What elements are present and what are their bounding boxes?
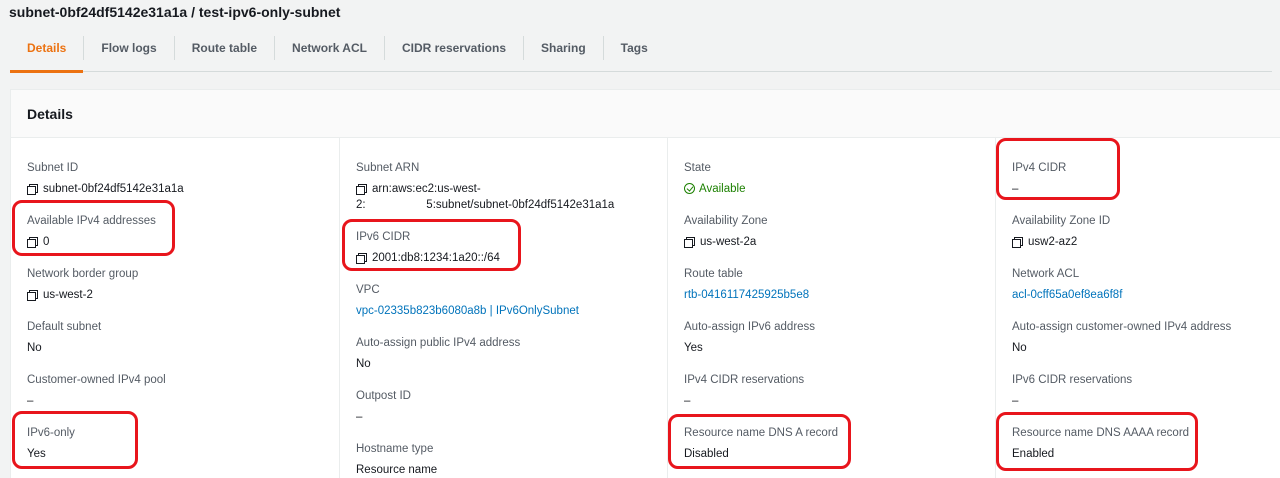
field-label: Available IPv4 addresses: [27, 215, 156, 227]
field-label: Outpost ID: [356, 390, 411, 402]
field-auto-assign-customer-ipv4: Auto-assign customer-owned IPv4 address …: [1012, 319, 1280, 356]
field-default-subnet: Default subnet No: [27, 319, 327, 356]
field-label: Customer-owned IPv4 pool: [27, 374, 166, 386]
field-availability-zone: Availability Zone us-west-2a: [684, 213, 984, 250]
ipv4-cidr-value: –: [1012, 183, 1019, 195]
outpost-id-value: –: [356, 411, 363, 423]
check-circle-icon: [684, 183, 695, 194]
field-ipv4-cidr: IPv4 CIDR –: [1012, 160, 1280, 197]
vpc-link[interactable]: vpc-02335b823b6080a8b | IPv6OnlySubnet: [356, 303, 656, 319]
tab-tags[interactable]: Tags: [604, 24, 665, 72]
az-value: us-west-2a: [700, 236, 757, 248]
field-label: IPv4 CIDR reservations: [684, 374, 805, 386]
az-id-value: usw2-az2: [1028, 236, 1078, 248]
hostname-type-value: Resource name: [356, 464, 438, 476]
field-ipv6-cidr: IPv6 CIDR 2001:db8:1234:1a20::/64: [356, 229, 656, 266]
ipv6-reservations-value: –: [1012, 395, 1019, 407]
details-panel: Details Subnet ID subnet-0bf24df5142e31a…: [10, 89, 1280, 478]
field-label: Subnet ID: [27, 162, 79, 174]
field-label: Resource name DNS AAAA record: [1012, 427, 1190, 439]
details-column-3: State Available Availability Zone us-wes…: [667, 138, 995, 478]
tab-flow-logs[interactable]: Flow logs: [84, 24, 173, 72]
tab-sharing[interactable]: Sharing: [524, 24, 603, 72]
default-subnet-value: No: [27, 342, 42, 354]
field-subnet-id: Subnet ID subnet-0bf24df5142e31a1a: [27, 160, 327, 197]
field-available-ipv4: Available IPv4 addresses 0: [27, 213, 327, 250]
auto-public-ipv4-value: No: [356, 358, 371, 370]
panel-title: Details: [11, 90, 1280, 138]
border-group-value: us-west-2: [43, 289, 93, 301]
state-value: Available: [699, 183, 746, 195]
auto-customer-ipv4-value: No: [1012, 342, 1027, 354]
field-label: Subnet ARN: [356, 162, 420, 174]
ipv6-cidr-value: 2001:db8:1234:1a20::/64: [372, 252, 500, 264]
details-column-1: Subnet ID subnet-0bf24df5142e31a1a Avail…: [11, 138, 339, 478]
field-auto-assign-public-ipv4: Auto-assign public IPv4 address No: [356, 335, 656, 372]
field-label: Network ACL: [1012, 268, 1080, 280]
field-label: IPv6 CIDR: [356, 231, 411, 243]
route-table-link[interactable]: rtb-0416117425925b5e8: [684, 287, 984, 303]
field-subnet-arn: Subnet ARN arn:aws:ec2:us-west- 2: 5:sub…: [356, 160, 656, 213]
tab-cidr-reservations[interactable]: CIDR reservations: [385, 24, 523, 72]
field-label: Network border group: [27, 268, 139, 280]
subnet-id-value: subnet-0bf24df5142e31a1a: [43, 183, 184, 195]
network-acl-link[interactable]: acl-0cff65a0ef8ea6f8f: [1012, 287, 1280, 303]
field-label: Auto-assign IPv6 address: [684, 321, 816, 333]
copy-icon[interactable]: [356, 253, 367, 264]
field-ipv6-only: IPv6-only Yes: [27, 425, 327, 462]
copy-icon[interactable]: [27, 237, 38, 248]
field-network-acl: Network ACL acl-0cff65a0ef8ea6f8f: [1012, 266, 1280, 303]
field-label: Route table: [684, 268, 743, 280]
field-outpost-id: Outpost ID –: [356, 388, 656, 425]
copy-icon[interactable]: [27, 290, 38, 301]
field-label: Hostname type: [356, 443, 434, 455]
field-label: VPC: [356, 284, 380, 296]
field-ipv6-cidr-reservations: IPv6 CIDR reservations –: [1012, 372, 1280, 409]
tab-bar: Details Flow logs Route table Network AC…: [10, 24, 1272, 73]
tab-details[interactable]: Details: [10, 24, 84, 73]
field-dns-a-record: Resource name DNS A record Disabled: [684, 425, 984, 462]
tab-route-table[interactable]: Route table: [175, 24, 274, 72]
ipv4-reservations-value: –: [684, 395, 691, 407]
field-label: Resource name DNS A record: [684, 427, 839, 439]
field-customer-owned-pool: Customer-owned IPv4 pool –: [27, 372, 327, 409]
field-label: IPv4 CIDR: [1012, 162, 1067, 174]
field-hostname-type: Hostname type Resource name: [356, 441, 656, 478]
field-label: Availability Zone: [684, 215, 768, 227]
field-label: IPv6-only: [27, 427, 75, 439]
field-availability-zone-id: Availability Zone ID usw2-az2: [1012, 213, 1280, 250]
field-label: Availability Zone ID: [1012, 215, 1111, 227]
field-label: Auto-assign public IPv4 address: [356, 337, 521, 349]
details-column-2: Subnet ARN arn:aws:ec2:us-west- 2: 5:sub…: [339, 138, 667, 478]
field-vpc: VPC vpc-02335b823b6080a8b | IPv6OnlySubn…: [356, 282, 656, 319]
available-ipv4-value: 0: [43, 236, 50, 248]
subnet-arn-line-1: arn:aws:ec2:us-west-: [372, 183, 481, 195]
dns-aaaa-value: Enabled: [1012, 448, 1055, 460]
field-dns-aaaa-record: Resource name DNS AAAA record Enabled: [1012, 425, 1280, 462]
field-label: Default subnet: [27, 321, 102, 333]
field-network-border-group: Network border group us-west-2: [27, 266, 327, 303]
field-label: State: [684, 162, 711, 174]
field-auto-assign-ipv6: Auto-assign IPv6 address Yes: [684, 319, 984, 356]
field-state: State Available: [684, 160, 984, 197]
dns-a-value: Disabled: [684, 448, 729, 460]
copy-icon[interactable]: [356, 184, 367, 195]
copy-icon[interactable]: [27, 184, 38, 195]
ipv6-only-value: Yes: [27, 448, 46, 460]
details-column-4: IPv4 CIDR – Availability Zone ID usw2-az…: [995, 138, 1280, 478]
page-title: subnet-0bf24df5142e31a1a / test-ipv6-onl…: [9, 4, 341, 20]
auto-ipv6-value: Yes: [684, 342, 703, 354]
field-route-table: Route table rtb-0416117425925b5e8: [684, 266, 984, 303]
copy-icon[interactable]: [684, 237, 695, 248]
field-ipv4-cidr-reservations: IPv4 CIDR reservations –: [684, 372, 984, 409]
subnet-arn-line-2: 2: 5:subnet/subnet-0bf24df5142e31a1a: [356, 199, 615, 211]
customer-pool-value: –: [27, 395, 34, 407]
copy-icon[interactable]: [1012, 237, 1023, 248]
tab-network-acl[interactable]: Network ACL: [275, 24, 384, 72]
field-label: Auto-assign customer-owned IPv4 address: [1012, 321, 1232, 333]
field-label: IPv6 CIDR reservations: [1012, 374, 1133, 386]
